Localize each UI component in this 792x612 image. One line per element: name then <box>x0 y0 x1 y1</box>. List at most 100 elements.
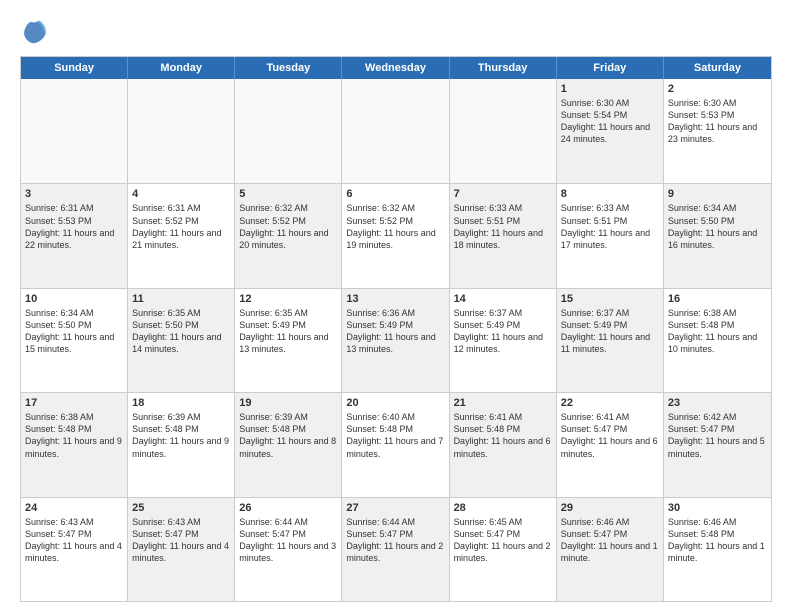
calendar-cell: 15 Sunrise: 6:37 AMSunset: 5:49 PMDayligh… <box>557 289 664 392</box>
logo-icon <box>20 18 48 46</box>
day-number: 14 <box>454 293 552 305</box>
calendar-cell <box>342 79 449 183</box>
cell-info: Sunrise: 6:32 AMSunset: 5:52 PMDaylight:… <box>346 202 444 251</box>
day-number: 16 <box>668 293 767 305</box>
day-number: 2 <box>668 83 767 95</box>
day-number: 6 <box>346 188 444 200</box>
day-number: 22 <box>561 397 659 409</box>
cell-info: Sunrise: 6:35 AMSunset: 5:49 PMDaylight:… <box>239 307 337 356</box>
calendar-cell: 10Sunrise: 6:34 AMSunset: 5:50 PMDayligh… <box>21 289 128 392</box>
cell-info: Sunrise: 6:33 AMSunset: 5:51 PMDaylight:… <box>561 202 659 251</box>
day-number: 18 <box>132 397 230 409</box>
calendar-cell: 22Sunrise: 6:41 AMSunset: 5:47 PMDayligh… <box>557 393 664 496</box>
cell-info: Sunrise: 6:30 AMSunset: 5:53 PMDaylight:… <box>668 97 767 146</box>
cell-info: Sunrise: 6:42 AMSunset: 5:47 PMDaylight:… <box>668 411 767 460</box>
day-number: 26 <box>239 502 337 514</box>
cell-info: Sunrise: 6:38 AMSunset: 5:48 PMDaylight:… <box>668 307 767 356</box>
calendar-cell: 24 Sunrise: 6:43 AMSunset: 5:47 PMDayligh… <box>21 498 128 601</box>
calendar-cell: 6 Sunrise: 6:32 AMSunset: 5:52 PMDaylight… <box>342 184 449 287</box>
day-number: 8 <box>561 188 659 200</box>
calendar-cell: 26 Sunrise: 6:44 AMSunset: 5:47 PMDayligh… <box>235 498 342 601</box>
cell-info: Sunrise: 6:43 AMSunset: 5:47 PMDaylight:… <box>132 516 230 565</box>
calendar-cell: 16 Sunrise: 6:38 AMSunset: 5:48 PMDayligh… <box>664 289 771 392</box>
cell-info: Sunrise: 6:31 AMSunset: 5:52 PMDaylight:… <box>132 202 230 251</box>
calendar-cell <box>235 79 342 183</box>
weekday-header: Sunday <box>21 57 128 79</box>
calendar-header: SundayMondayTuesdayWednesdayThursdayFrid… <box>21 57 771 79</box>
weekday-header: Monday <box>128 57 235 79</box>
calendar-cell: 8 Sunrise: 6:33 AMSunset: 5:51 PMDaylight… <box>557 184 664 287</box>
calendar-cell: 21 Sunrise: 6:41 AMSunset: 5:48 PMDayligh… <box>450 393 557 496</box>
day-number: 20 <box>346 397 444 409</box>
calendar-cell: 12 Sunrise: 6:35 AMSunset: 5:49 PMDayligh… <box>235 289 342 392</box>
calendar-cell: 3 Sunrise: 6:31 AMSunset: 5:53 PMDaylight… <box>21 184 128 287</box>
calendar-cell: 27 Sunrise: 6:44 AMSunset: 5:47 PMDayligh… <box>342 498 449 601</box>
weekday-header: Friday <box>557 57 664 79</box>
calendar-cell: 17Sunrise: 6:38 AMSunset: 5:48 PMDayligh… <box>21 393 128 496</box>
cell-info: Sunrise: 6:46 AMSunset: 5:48 PMDaylight:… <box>668 516 767 565</box>
calendar-row: 1 Sunrise: 6:30 AMSunset: 5:54 PMDaylight… <box>21 79 771 183</box>
weekday-header: Wednesday <box>342 57 449 79</box>
calendar-row: 10Sunrise: 6:34 AMSunset: 5:50 PMDayligh… <box>21 288 771 392</box>
calendar-cell: 20 Sunrise: 6:40 AMSunset: 5:48 PMDayligh… <box>342 393 449 496</box>
cell-info: Sunrise: 6:35 AMSunset: 5:50 PMDaylight:… <box>132 307 230 356</box>
cell-info: Sunrise: 6:41 AMSunset: 5:48 PMDaylight:… <box>454 411 552 460</box>
calendar-cell: 7Sunrise: 6:33 AMSunset: 5:51 PMDaylight… <box>450 184 557 287</box>
calendar-cell: 30 Sunrise: 6:46 AMSunset: 5:48 PMDayligh… <box>664 498 771 601</box>
weekday-header: Thursday <box>450 57 557 79</box>
day-number: 21 <box>454 397 552 409</box>
cell-info: Sunrise: 6:45 AMSunset: 5:47 PMDaylight:… <box>454 516 552 565</box>
day-number: 7 <box>454 188 552 200</box>
cell-info: Sunrise: 6:36 AMSunset: 5:49 PMDaylight:… <box>346 307 444 356</box>
cell-info: Sunrise: 6:39 AMSunset: 5:48 PMDaylight:… <box>239 411 337 460</box>
day-number: 13 <box>346 293 444 305</box>
weekday-header: Tuesday <box>235 57 342 79</box>
cell-info: Sunrise: 6:34 AMSunset: 5:50 PMDaylight:… <box>25 307 123 356</box>
cell-info: Sunrise: 6:40 AMSunset: 5:48 PMDaylight:… <box>346 411 444 460</box>
cell-info: Sunrise: 6:37 AMSunset: 5:49 PMDaylight:… <box>561 307 659 356</box>
day-number: 5 <box>239 188 337 200</box>
calendar-cell: 4 Sunrise: 6:31 AMSunset: 5:52 PMDaylight… <box>128 184 235 287</box>
calendar-cell: 28Sunrise: 6:45 AMSunset: 5:47 PMDayligh… <box>450 498 557 601</box>
calendar-cell: 14 Sunrise: 6:37 AMSunset: 5:49 PMDayligh… <box>450 289 557 392</box>
cell-info: Sunrise: 6:43 AMSunset: 5:47 PMDaylight:… <box>25 516 123 565</box>
calendar-cell: 25 Sunrise: 6:43 AMSunset: 5:47 PMDayligh… <box>128 498 235 601</box>
cell-info: Sunrise: 6:31 AMSunset: 5:53 PMDaylight:… <box>25 202 123 251</box>
day-number: 24 <box>25 502 123 514</box>
weekday-header: Saturday <box>664 57 771 79</box>
day-number: 29 <box>561 502 659 514</box>
calendar-row: 24 Sunrise: 6:43 AMSunset: 5:47 PMDayligh… <box>21 497 771 601</box>
cell-info: Sunrise: 6:30 AMSunset: 5:54 PMDaylight:… <box>561 97 659 146</box>
calendar-cell <box>21 79 128 183</box>
day-number: 3 <box>25 188 123 200</box>
cell-info: Sunrise: 6:38 AMSunset: 5:48 PMDaylight:… <box>25 411 123 460</box>
cell-info: Sunrise: 6:37 AMSunset: 5:49 PMDaylight:… <box>454 307 552 356</box>
day-number: 12 <box>239 293 337 305</box>
calendar-cell: 1 Sunrise: 6:30 AMSunset: 5:54 PMDaylight… <box>557 79 664 183</box>
day-number: 15 <box>561 293 659 305</box>
logo <box>20 18 52 46</box>
cell-info: Sunrise: 6:46 AMSunset: 5:47 PMDaylight:… <box>561 516 659 565</box>
day-number: 27 <box>346 502 444 514</box>
day-number: 11 <box>132 293 230 305</box>
day-number: 4 <box>132 188 230 200</box>
header <box>20 18 772 46</box>
day-number: 30 <box>668 502 767 514</box>
day-number: 19 <box>239 397 337 409</box>
calendar-cell: 23 Sunrise: 6:42 AMSunset: 5:47 PMDayligh… <box>664 393 771 496</box>
day-number: 23 <box>668 397 767 409</box>
cell-info: Sunrise: 6:44 AMSunset: 5:47 PMDaylight:… <box>239 516 337 565</box>
day-number: 1 <box>561 83 659 95</box>
day-number: 25 <box>132 502 230 514</box>
calendar-cell <box>450 79 557 183</box>
calendar-row: 3 Sunrise: 6:31 AMSunset: 5:53 PMDaylight… <box>21 183 771 287</box>
cell-info: Sunrise: 6:32 AMSunset: 5:52 PMDaylight:… <box>239 202 337 251</box>
calendar-cell: 9 Sunrise: 6:34 AMSunset: 5:50 PMDaylight… <box>664 184 771 287</box>
calendar-cell: 19 Sunrise: 6:39 AMSunset: 5:48 PMDayligh… <box>235 393 342 496</box>
calendar-cell: 18Sunrise: 6:39 AMSunset: 5:48 PMDayligh… <box>128 393 235 496</box>
cell-info: Sunrise: 6:44 AMSunset: 5:47 PMDaylight:… <box>346 516 444 565</box>
page: SundayMondayTuesdayWednesdayThursdayFrid… <box>0 0 792 612</box>
calendar-row: 17Sunrise: 6:38 AMSunset: 5:48 PMDayligh… <box>21 392 771 496</box>
cell-info: Sunrise: 6:34 AMSunset: 5:50 PMDaylight:… <box>668 202 767 251</box>
day-number: 9 <box>668 188 767 200</box>
